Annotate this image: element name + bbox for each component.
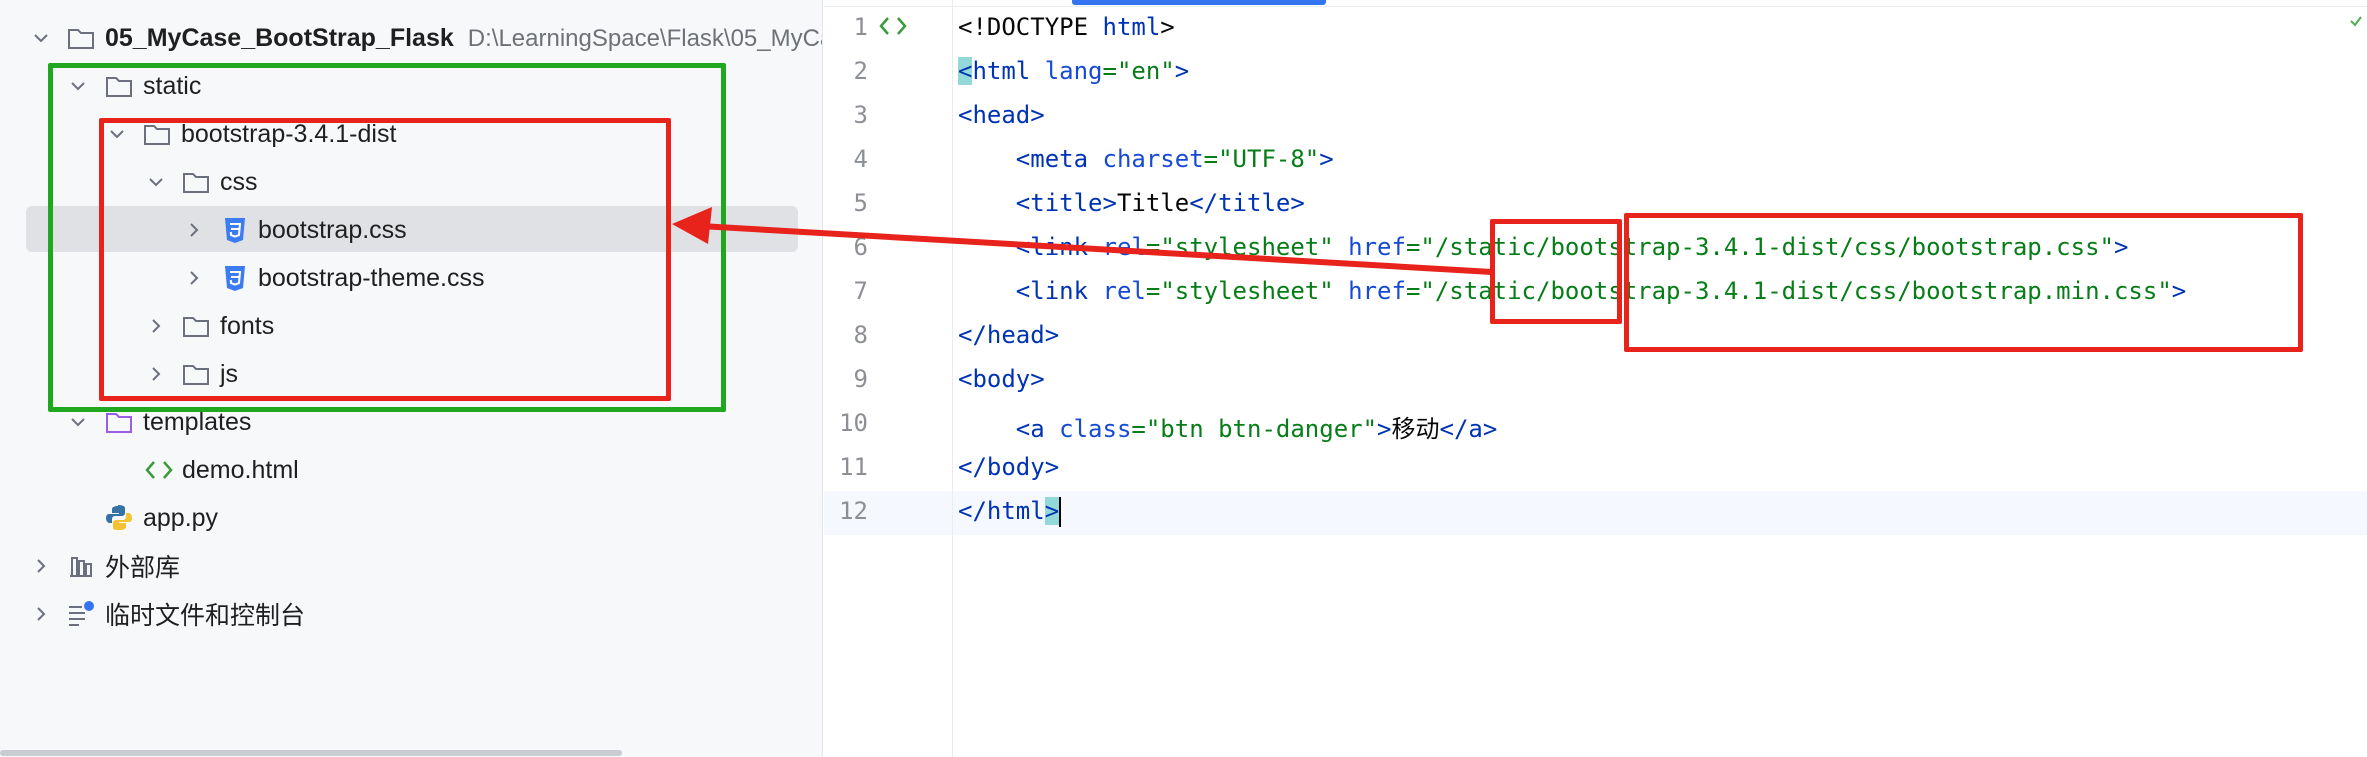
token: "UTF-8" bbox=[1218, 145, 1320, 173]
folder-icon bbox=[66, 23, 96, 53]
line-number: 2 bbox=[853, 57, 868, 85]
python-icon bbox=[104, 503, 134, 533]
chevron-right-icon[interactable] bbox=[30, 555, 52, 577]
token: html bbox=[972, 57, 1031, 85]
chevron-down-icon[interactable] bbox=[30, 27, 52, 49]
token: class bbox=[1059, 415, 1132, 443]
token: <body> bbox=[958, 365, 1045, 393]
annotation-box-bootstrap-folder bbox=[99, 118, 671, 401]
token: html bbox=[1102, 13, 1161, 41]
chevron-down-icon[interactable] bbox=[67, 411, 89, 433]
html-file-icon bbox=[144, 455, 174, 485]
token: 移动 bbox=[1391, 415, 1440, 443]
line-number: 12 bbox=[839, 497, 868, 525]
token: <head> bbox=[958, 101, 1045, 129]
token: </head> bbox=[958, 321, 1060, 349]
token: <link bbox=[1015, 277, 1089, 305]
token: "btn btn-danger" bbox=[1145, 415, 1378, 443]
tree-item-label: app.py bbox=[143, 503, 219, 532]
annotation-box-bootstrap-path bbox=[1624, 213, 2303, 352]
token: charset bbox=[1102, 145, 1204, 173]
code-line-8[interactable]: </head> bbox=[958, 321, 1059, 349]
line-number: 4 bbox=[853, 145, 868, 173]
code-line-2[interactable]: <html lang="en"> bbox=[958, 57, 1189, 85]
code-line-10[interactable]: <a class="btn btn-danger">移动</a> bbox=[958, 409, 1498, 444]
line-number: 10 bbox=[839, 409, 868, 437]
editor-top-divider bbox=[824, 6, 2367, 7]
token: = bbox=[1102, 57, 1117, 85]
tree-item-app-py[interactable]: app.py bbox=[0, 494, 822, 542]
annotation-box-static-path bbox=[1490, 219, 1622, 324]
tree-item-external-libraries[interactable]: 外部库 bbox=[0, 542, 822, 590]
library-icon bbox=[66, 551, 96, 581]
inspection-ok-icon[interactable] bbox=[2349, 14, 2363, 33]
line-number: 3 bbox=[853, 101, 868, 129]
project-path: D:\LearningSpace\Flask\05_MyCa bbox=[467, 24, 823, 52]
line-number: 9 bbox=[853, 365, 868, 393]
token: <meta bbox=[1015, 145, 1089, 173]
token: > bbox=[1160, 13, 1175, 41]
token: href bbox=[1348, 233, 1406, 261]
text-caret bbox=[1059, 497, 1062, 527]
line-number: 11 bbox=[839, 453, 868, 481]
token: > bbox=[1174, 57, 1190, 85]
tree-item-label: 临时文件和控制台 bbox=[105, 602, 306, 630]
code-line-3[interactable]: <head> bbox=[958, 101, 1045, 129]
line-number: 1 bbox=[853, 13, 868, 41]
scratches-icon bbox=[66, 599, 96, 629]
token: lang bbox=[1044, 57, 1103, 85]
token: </a> bbox=[1439, 415, 1498, 443]
token: <link bbox=[1015, 233, 1089, 261]
token: rel bbox=[1102, 233, 1146, 261]
code-line-5[interactable]: <title>Title</title> bbox=[958, 189, 1305, 217]
token: </title> bbox=[1189, 189, 1305, 217]
tree-item-demo-html[interactable]: demo.html bbox=[0, 446, 822, 494]
token: < bbox=[958, 57, 973, 85]
code-line-12[interactable]: </html> bbox=[958, 497, 1062, 527]
code-line-11[interactable]: </body> bbox=[958, 453, 1059, 481]
line-number: 6 bbox=[853, 233, 868, 261]
token: </body> bbox=[958, 453, 1060, 481]
line-number: 8 bbox=[853, 321, 868, 349]
tree-item-label: demo.html bbox=[182, 455, 299, 484]
horizontal-scrollbar[interactable] bbox=[0, 750, 622, 756]
token: "stylesheet" bbox=[1160, 233, 1334, 261]
code-line-4[interactable]: <meta charset="UTF-8"> bbox=[958, 145, 1334, 173]
token: > bbox=[1377, 415, 1392, 443]
html-file-icon bbox=[878, 15, 908, 42]
gutter-divider bbox=[952, 0, 953, 757]
token: href bbox=[1348, 277, 1406, 305]
token: Title bbox=[1116, 189, 1190, 217]
tree-root-label: 05_MyCase_BootStrap_Flask D:\LearningSpac… bbox=[105, 23, 823, 53]
token: <a bbox=[1015, 415, 1045, 443]
token: > bbox=[1044, 497, 1060, 525]
tree-item-label: 外部库 bbox=[105, 554, 181, 582]
code-line-1[interactable]: <!DOCTYPE html> bbox=[958, 13, 1175, 41]
code-editor[interactable]: 1 2 3 4 5 6 7 8 9 10 11 12 <!DOCTYPE htm… bbox=[824, 0, 2367, 757]
chevron-right-icon[interactable] bbox=[30, 603, 52, 625]
code-line-9[interactable]: <body> bbox=[958, 365, 1045, 393]
token: rel bbox=[1102, 277, 1146, 305]
active-tab-indicator bbox=[1072, 0, 1326, 5]
token: = bbox=[1203, 145, 1219, 173]
token: > bbox=[1319, 145, 1334, 173]
project-name: 05_MyCase_BootStrap_Flask bbox=[105, 23, 454, 52]
token: <title> bbox=[1015, 189, 1117, 217]
tree-root-row[interactable]: 05_MyCase_BootStrap_Flask D:\LearningSpac… bbox=[0, 14, 823, 62]
line-number: 5 bbox=[853, 189, 868, 217]
token: <!DOCTYPE bbox=[958, 13, 1089, 41]
token: </html bbox=[958, 497, 1045, 525]
token: "stylesheet" bbox=[1160, 277, 1334, 305]
token: "en" bbox=[1116, 57, 1175, 85]
line-number: 7 bbox=[853, 277, 868, 305]
tree-item-scratches-and-consoles[interactable]: 临时文件和控制台 bbox=[0, 590, 822, 638]
